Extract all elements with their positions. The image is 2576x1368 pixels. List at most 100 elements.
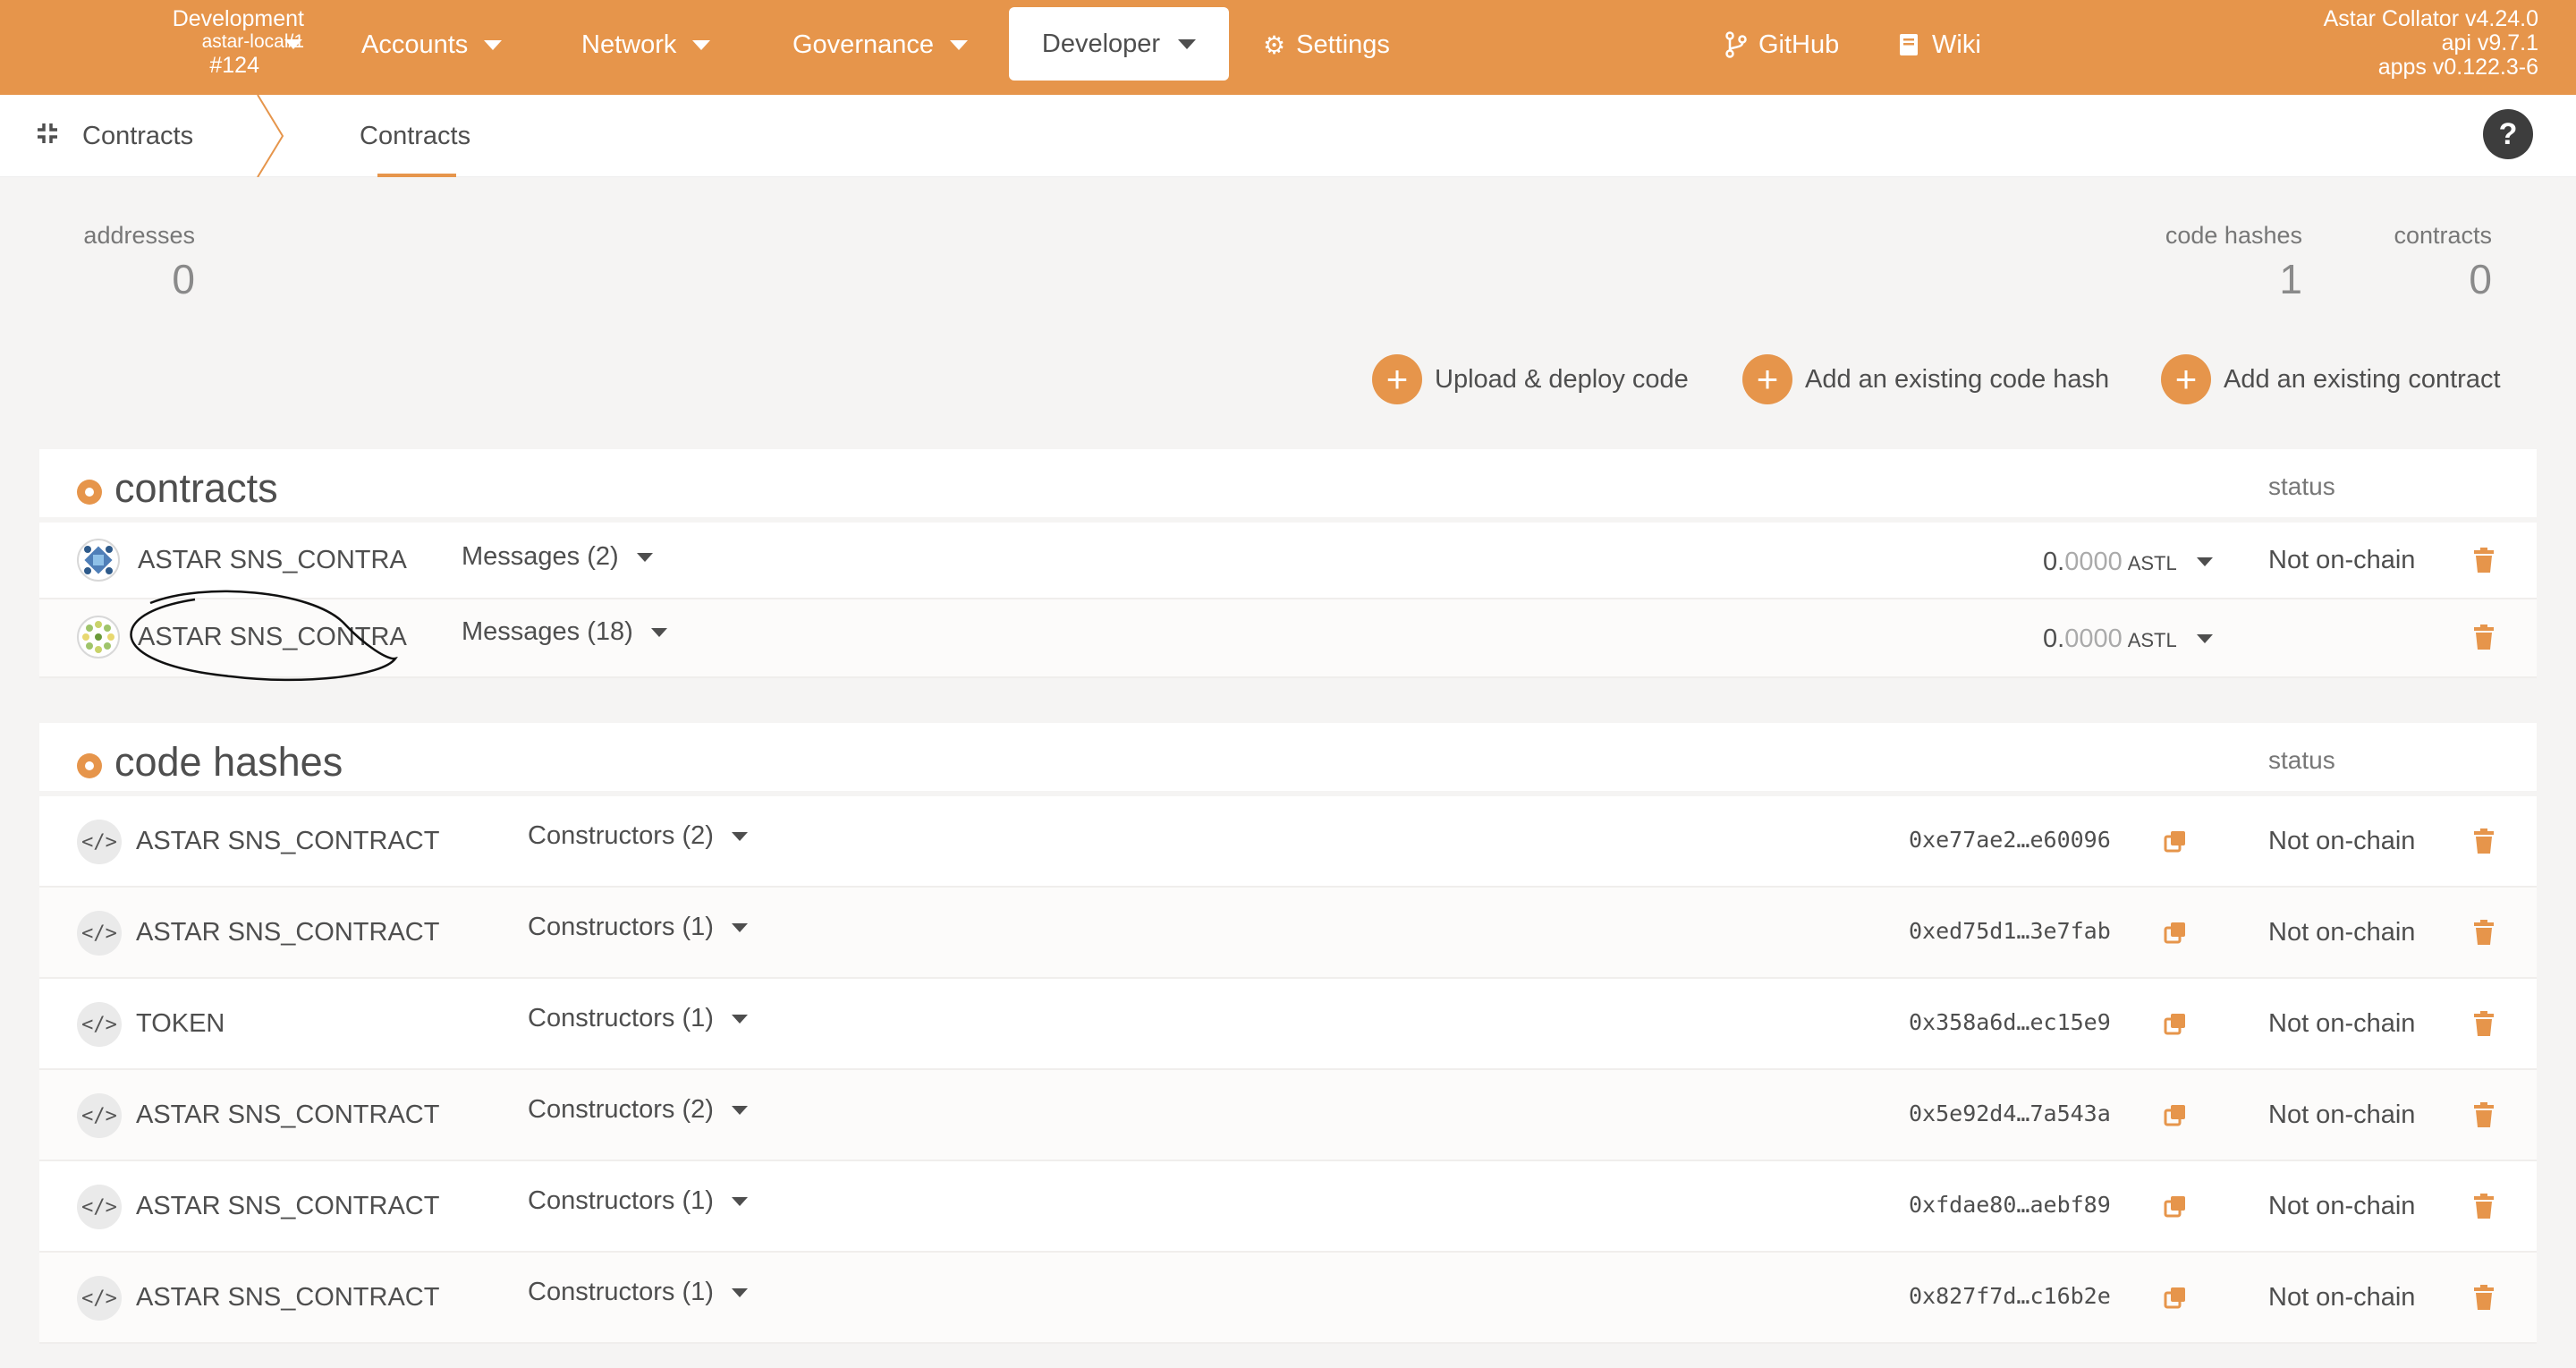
help-button[interactable]: ? bbox=[2483, 109, 2533, 159]
contract-row: ASTAR SNS_CONTRA Messages (2) 0. 0000 AS… bbox=[39, 523, 2537, 599]
constructors-dropdown[interactable]: Constructors (1) bbox=[528, 1004, 748, 1033]
section-title-label: Contracts bbox=[82, 122, 194, 150]
menu-network[interactable]: Network bbox=[581, 25, 711, 64]
contract-balance[interactable]: 0. 0000 ASTL bbox=[2043, 625, 2213, 654]
code-hash-status: Not on-chain bbox=[2268, 1192, 2416, 1220]
menu-developer[interactable]: Developer bbox=[1009, 7, 1229, 81]
summary-addresses-value: 0 bbox=[172, 256, 195, 302]
code-icon: </> bbox=[77, 1002, 122, 1047]
trash-icon[interactable] bbox=[2474, 1102, 2494, 1127]
code-hash-status: Not on-chain bbox=[2268, 1283, 2416, 1312]
contracts-table-header: contracts status bbox=[39, 449, 2537, 523]
trash-icon[interactable] bbox=[2474, 1011, 2494, 1036]
section-dot-icon bbox=[77, 480, 102, 505]
menu-github[interactable]: GitHub bbox=[1724, 25, 1839, 64]
code-icon: </> bbox=[77, 1093, 122, 1138]
contract-status: Not on-chain bbox=[2268, 546, 2416, 574]
messages-label: Messages (2) bbox=[462, 542, 619, 571]
copy-icon[interactable] bbox=[2163, 920, 2188, 945]
constructors-label: Constructors (2) bbox=[528, 1095, 714, 1124]
contract-balance[interactable]: 0. 0000 ASTL bbox=[2043, 548, 2213, 577]
balance-integer: 0. bbox=[2043, 625, 2065, 653]
copy-icon[interactable] bbox=[2163, 1194, 2188, 1219]
menu-network-label: Network bbox=[581, 30, 677, 59]
code-hash-name: ASTAR SNS_CONTRACT bbox=[136, 1100, 440, 1129]
trash-icon[interactable] bbox=[2474, 920, 2494, 945]
constructors-label: Constructors (1) bbox=[528, 1278, 714, 1306]
trash-icon[interactable] bbox=[2474, 1194, 2494, 1219]
code-hashes-status-header: status bbox=[2268, 746, 2335, 774]
code-hash-name: ASTAR SNS_CONTRACT bbox=[136, 1192, 440, 1220]
tab-active-indicator bbox=[377, 174, 456, 177]
code-hash-name: ASTAR SNS_CONTRACT bbox=[136, 827, 440, 855]
code-hash-row: </> ASTAR SNS_CONTRACT Constructors (2) … bbox=[39, 796, 2537, 888]
balance-fraction: 0000 bbox=[2064, 625, 2123, 653]
code-hash-value: 0x5e92d4…7a543a bbox=[1909, 1100, 2111, 1126]
code-hash-value: 0xe77ae2…e60096 bbox=[1909, 827, 2111, 853]
contracts-status-header: status bbox=[2268, 472, 2335, 500]
constructors-dropdown[interactable]: Constructors (1) bbox=[528, 1278, 748, 1307]
gears-icon: ⚙ bbox=[1263, 30, 1286, 59]
menu-settings-label: Settings bbox=[1296, 30, 1390, 59]
code-hash-row: </> ASTAR SNS_CONTRACT Constructors (1) … bbox=[39, 1253, 2537, 1344]
compress-icon bbox=[36, 122, 59, 151]
trash-icon[interactable] bbox=[2474, 625, 2494, 650]
trash-icon[interactable] bbox=[2474, 828, 2494, 854]
code-hash-row: </> ASTAR SNS_CONTRACT Constructors (1) … bbox=[39, 888, 2537, 979]
balance-unit: ASTL bbox=[2127, 629, 2177, 651]
code-hash-status: Not on-chain bbox=[2268, 918, 2416, 947]
messages-label: Messages (18) bbox=[462, 617, 633, 646]
menu-developer-label: Developer bbox=[1041, 29, 1161, 58]
menu-accounts-label: Accounts bbox=[361, 30, 469, 59]
summary-contracts: contracts 0 bbox=[2379, 222, 2492, 303]
code-hashes-table: code hashes status </> ASTAR SNS_CONTRAC… bbox=[39, 723, 2537, 1344]
chevron-down-icon bbox=[731, 831, 748, 841]
add-code-hash-button[interactable]: + Add an existing code hash bbox=[1742, 354, 2109, 404]
chain-node: astar-local/1 bbox=[201, 31, 304, 52]
help-icon: ? bbox=[2498, 116, 2518, 151]
constructors-dropdown[interactable]: Constructors (2) bbox=[528, 821, 748, 851]
copy-icon[interactable] bbox=[2163, 1011, 2188, 1036]
balance-integer: 0. bbox=[2043, 548, 2065, 576]
messages-dropdown[interactable]: Messages (2) bbox=[462, 542, 653, 572]
code-hash-name: TOKEN bbox=[136, 1009, 225, 1038]
copy-icon[interactable] bbox=[2163, 828, 2188, 854]
code-hashes-table-header: code hashes status bbox=[39, 723, 2537, 796]
menu-wiki-label: Wiki bbox=[1932, 30, 1981, 59]
summary-contracts-value: 0 bbox=[2469, 256, 2492, 302]
balance-fraction: 0000 bbox=[2064, 548, 2123, 576]
sub-navigation-bar: Contracts Contracts bbox=[0, 95, 2576, 177]
tab-contracts[interactable]: Contracts bbox=[360, 122, 470, 151]
chevron-down-icon bbox=[650, 627, 667, 637]
contracts-table: contracts status ASTAR SNS_CONTRA Messag… bbox=[39, 449, 2537, 678]
plus-icon: + bbox=[1742, 354, 1792, 404]
menu-accounts[interactable]: Accounts bbox=[361, 25, 503, 64]
chevron-down-icon bbox=[2196, 557, 2213, 566]
trash-icon[interactable] bbox=[2474, 1285, 2494, 1310]
constructors-dropdown[interactable]: Constructors (1) bbox=[528, 913, 748, 942]
upload-deploy-label: Upload & deploy code bbox=[1435, 364, 1689, 394]
code-hash-status: Not on-chain bbox=[2268, 827, 2416, 855]
menu-settings[interactable]: ⚙ Settings bbox=[1263, 25, 1390, 64]
chain-name: Development bbox=[172, 6, 304, 31]
constructors-dropdown[interactable]: Constructors (2) bbox=[528, 1095, 748, 1125]
code-hash-row: </> TOKEN Constructors (1) 0x358a6d…ec15… bbox=[39, 979, 2537, 1070]
upload-deploy-button[interactable]: + Upload & deploy code bbox=[1372, 354, 1689, 404]
breadcrumb-separator bbox=[257, 95, 284, 177]
code-hashes-title: code hashes bbox=[114, 739, 343, 785]
git-branch-icon bbox=[1725, 31, 1747, 58]
menu-governance[interactable]: Governance bbox=[792, 25, 968, 64]
constructors-dropdown[interactable]: Constructors (1) bbox=[528, 1186, 748, 1216]
copy-icon[interactable] bbox=[2163, 1285, 2188, 1310]
section-dot-icon bbox=[77, 753, 102, 778]
messages-dropdown[interactable]: Messages (18) bbox=[462, 617, 667, 647]
add-contract-button[interactable]: + Add an existing contract bbox=[2161, 354, 2501, 404]
code-hash-name: ASTAR SNS_CONTRACT bbox=[136, 1283, 440, 1312]
top-navigation-bar: Development astar-local/1 #124 Accounts … bbox=[0, 0, 2576, 95]
chain-selector[interactable]: Development astar-local/1 #124 bbox=[89, 7, 304, 77]
chevron-down-icon[interactable] bbox=[284, 39, 302, 49]
copy-icon[interactable] bbox=[2163, 1102, 2188, 1127]
menu-wiki[interactable]: Wiki bbox=[1898, 25, 1981, 64]
trash-icon[interactable] bbox=[2474, 548, 2494, 573]
version-collator: Astar Collator v4.24.0 bbox=[2323, 6, 2538, 31]
